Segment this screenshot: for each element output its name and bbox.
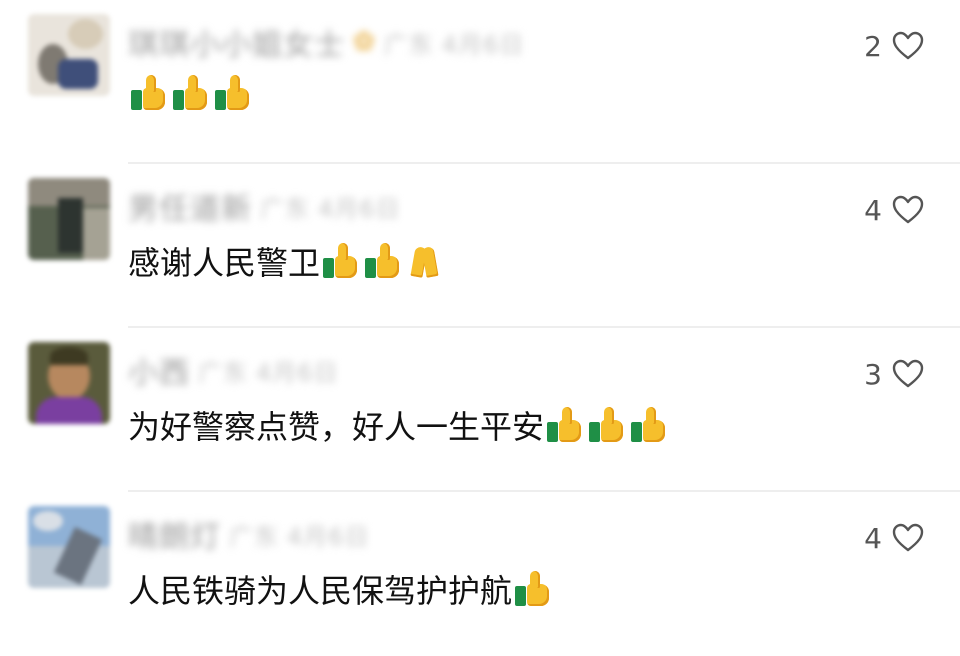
timestamp: 4月6日 [287, 522, 370, 551]
thumbs-up-icon [546, 406, 584, 444]
avatar[interactable] [28, 14, 110, 96]
heart-outline-icon[interactable] [892, 359, 924, 389]
comment-item: 琪琪小小姐女士 ✿ 广东 4月6日 2 [0, 0, 960, 164]
folded-hands-icon [406, 242, 444, 280]
heart-outline-icon[interactable] [892, 523, 924, 553]
timestamp: 4月6日 [256, 358, 339, 387]
emoji-group [130, 74, 252, 112]
avatar[interactable] [28, 178, 110, 260]
thumbs-up-icon [630, 406, 668, 444]
heart-outline-icon[interactable] [892, 195, 924, 225]
comment-text: 为好警察点赞，好人一生平安 [128, 402, 668, 448]
username[interactable]: 琪琪小小姐女士 [128, 20, 345, 64]
timestamp: 4月6日 [318, 194, 401, 223]
fan-badge-icon: ✿ [353, 27, 376, 57]
emoji-group [322, 242, 444, 280]
like-control[interactable]: 4 [864, 518, 924, 558]
location: 广东 [198, 358, 248, 387]
location: 广东 [383, 30, 434, 59]
comment-meta: 琪琪小小姐女士 ✿ 广东 4月6日 [128, 20, 525, 64]
username[interactable]: 男任道新 [128, 184, 252, 228]
avatar[interactable] [28, 506, 110, 588]
thumbs-up-icon [514, 570, 552, 608]
heart-outline-icon[interactable] [892, 31, 924, 61]
like-control[interactable]: 2 [864, 26, 924, 66]
comment-item: 晴朗灯 广东 4月6日 人民铁骑为人民保驾护护航 4 [0, 492, 960, 656]
like-count: 2 [864, 29, 882, 63]
comment-meta: 小西 广东 4月6日 [128, 348, 339, 392]
timestamp: 4月6日 [441, 30, 525, 59]
thumbs-up-icon [588, 406, 626, 444]
comment-body: 感谢人民警卫 [128, 244, 321, 282]
thumbs-up-icon [172, 74, 210, 112]
like-control[interactable]: 4 [864, 190, 924, 230]
like-count: 4 [864, 193, 882, 227]
comment-item: 男任道新 广东 4月6日 感谢人民警卫 4 [0, 164, 960, 328]
comment-body: 人民铁骑为人民保驾护护航 [128, 572, 513, 610]
comment-text: 感谢人民警卫 [128, 238, 444, 284]
location: 广东 [260, 194, 310, 223]
comment-text: 人民铁骑为人民保驾护护航 [128, 566, 552, 612]
comment-text [128, 74, 252, 112]
thumbs-up-icon [130, 74, 168, 112]
username[interactable]: 小西 [128, 348, 190, 392]
thumbs-up-icon [322, 242, 360, 280]
like-count: 4 [864, 521, 882, 555]
thumbs-up-icon [214, 74, 252, 112]
emoji-group [514, 570, 552, 608]
comment-body: 为好警察点赞，好人一生平安 [128, 408, 545, 446]
thumbs-up-icon [364, 242, 402, 280]
comment-meta: 男任道新 广东 4月6日 [128, 184, 401, 228]
like-count: 3 [864, 357, 882, 391]
location: 广东 [229, 522, 279, 551]
comment-meta: 晴朗灯 广东 4月6日 [128, 512, 370, 556]
like-control[interactable]: 3 [864, 354, 924, 394]
username[interactable]: 晴朗灯 [128, 512, 221, 556]
emoji-group [546, 406, 668, 444]
avatar[interactable] [28, 342, 110, 424]
comment-item: 小西 广东 4月6日 为好警察点赞，好人一生平安 3 [0, 328, 960, 492]
